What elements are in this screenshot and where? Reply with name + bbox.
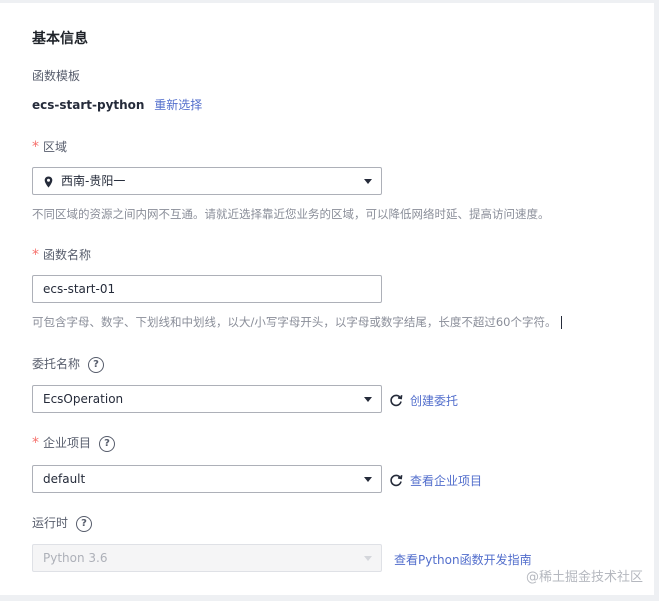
reselect-template-link[interactable]: 重新选择 — [154, 98, 202, 112]
function-name-label: 函数名称 — [43, 248, 92, 262]
runtime-label: 运行时 — [32, 516, 69, 530]
region-label-row: * 区域 — [32, 138, 67, 155]
python-guide-link[interactable]: 查看Python函数开发指南 — [394, 551, 532, 568]
runtime-label-row: 运行时? — [32, 514, 93, 532]
view-enterprise-project-link[interactable]: 查看企业项目 — [410, 472, 482, 489]
enterprise-project-label-row: * 企业项目? — [32, 434, 116, 452]
chevron-down-icon — [364, 397, 372, 402]
agency-label-row: 委托名称? — [32, 355, 105, 373]
enterprise-project-label: 企业项目 — [43, 436, 92, 450]
enterprise-project-select[interactable]: default — [32, 465, 382, 493]
section-title: 基本信息 — [32, 31, 88, 47]
template-row: ecs-start-python 重新选择 — [32, 96, 202, 113]
runtime-select: Python 3.6 — [32, 544, 382, 572]
required-mark: * — [32, 139, 39, 155]
agency-label: 委托名称 — [32, 357, 81, 371]
text-cursor — [560, 316, 562, 329]
function-name-hint: 可包含字母、数字、下划线和中划线，以大/小写字母开头，以字母或数字结尾，长度不超… — [32, 315, 557, 329]
help-icon[interactable]: ? — [99, 435, 116, 452]
enterprise-project-value: default — [43, 472, 86, 486]
template-value: ecs-start-python — [32, 98, 145, 112]
agency-select[interactable]: EcsOperation — [32, 385, 382, 413]
help-icon[interactable]: ? — [76, 515, 93, 532]
location-pin-icon — [44, 176, 53, 188]
function-name-input[interactable] — [32, 275, 382, 303]
basic-info-panel: 基本信息 函数模板 ecs-start-python 重新选择 * 区域 西南-贵… — [0, 3, 654, 595]
region-hint: 不同区域的资源之间内网不互通。请就近选择靠近您业务的区域，可以降低网络时延、提高… — [32, 207, 550, 221]
refresh-icon[interactable] — [389, 473, 403, 487]
watermark: @稀土掘金技术社区 — [525, 570, 643, 585]
chevron-down-icon — [364, 477, 372, 482]
region-label: 区域 — [43, 140, 68, 154]
create-agency-link[interactable]: 创建委托 — [410, 392, 458, 409]
region-value: 西南-贵阳一 — [61, 174, 126, 188]
required-mark: * — [32, 435, 39, 451]
help-icon[interactable]: ? — [88, 356, 105, 373]
template-label: 函数模板 — [32, 69, 81, 83]
refresh-icon[interactable] — [389, 393, 403, 407]
chevron-down-icon — [364, 556, 372, 561]
required-mark: * — [32, 247, 39, 263]
region-select[interactable]: 西南-贵阳一 — [32, 167, 382, 195]
agency-value: EcsOperation — [43, 392, 124, 406]
function-name-hint-row: 可包含字母、数字、下划线和中划线，以大/小写字母开头，以字母或数字结尾，长度不超… — [32, 314, 562, 330]
chevron-down-icon — [364, 179, 372, 184]
runtime-value: Python 3.6 — [43, 551, 108, 565]
function-name-label-row: * 函数名称 — [32, 246, 91, 263]
